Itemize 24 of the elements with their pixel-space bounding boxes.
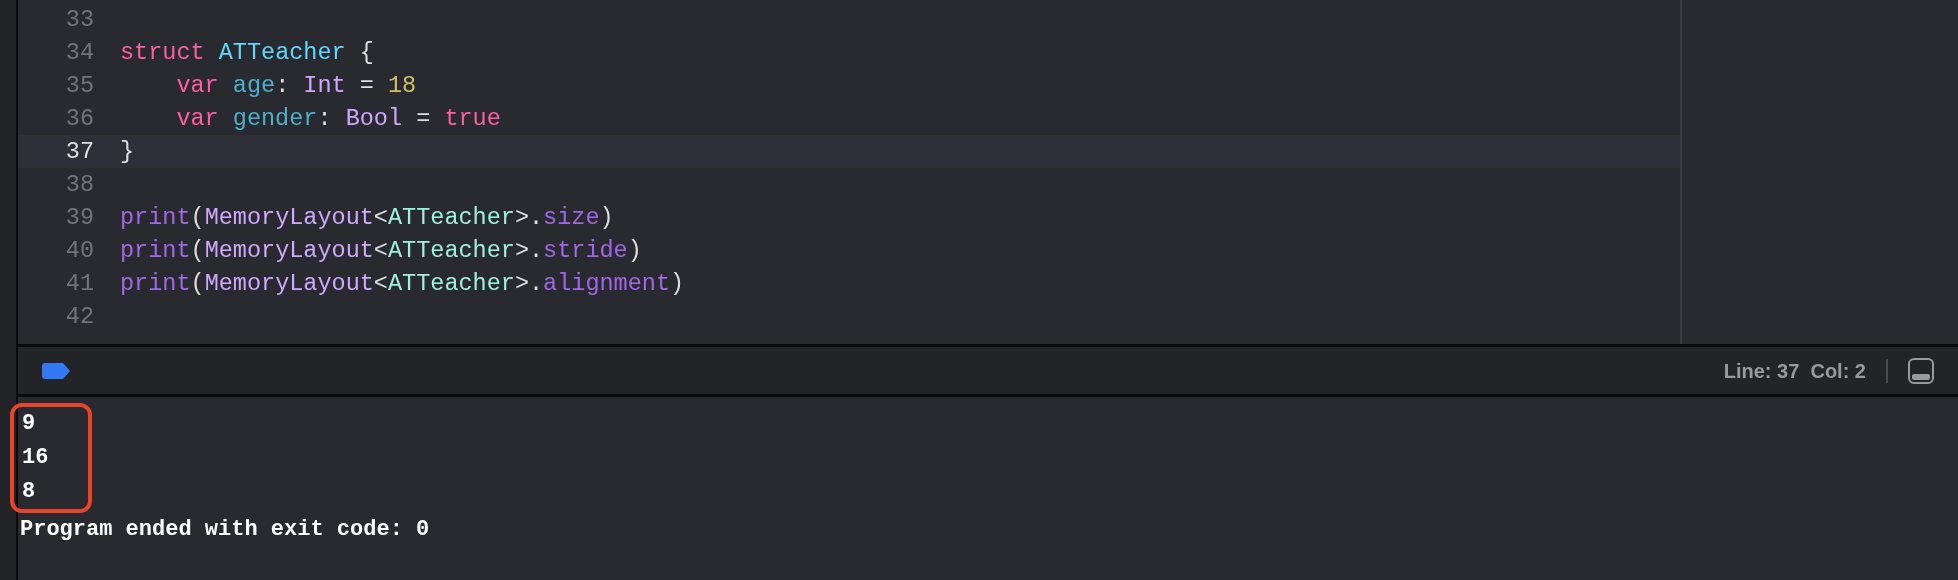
breakpoint-icon[interactable] [42, 362, 70, 379]
line-number: 34 [64, 37, 94, 68]
code-line: } [120, 136, 135, 167]
line-number: 35 [64, 70, 94, 101]
line-number: 36 [64, 103, 94, 134]
console-output: 9 [22, 410, 37, 438]
code-line: print(MemoryLayout<ATTeacher>.alignment) [120, 268, 685, 299]
console-output: 8 [22, 478, 37, 506]
panel-toggle-icon[interactable] [1908, 357, 1934, 384]
line-number: 38 [64, 169, 94, 200]
code-line: print(MemoryLayout<ATTeacher>.stride) [120, 235, 642, 266]
line-number: 40 [64, 235, 94, 266]
code-line: struct ATTeacher { [120, 37, 374, 68]
console-output: Program ended with exit code: 0 [20, 516, 431, 544]
line-number: 39 [64, 202, 94, 233]
line-number: 33 [64, 4, 94, 35]
line-number: 41 [64, 268, 94, 299]
code-line: print(MemoryLayout<ATTeacher>.size) [120, 202, 614, 233]
code-line: var gender: Bool = true [175, 103, 501, 134]
console-output: 16 [22, 444, 49, 472]
line-number: 37 [64, 136, 94, 167]
code-line: var age: Int = 18 [175, 70, 417, 101]
cursor-position: Line: 37 Col: 2 [1723, 358, 1866, 384]
line-number: 42 [64, 301, 94, 332]
